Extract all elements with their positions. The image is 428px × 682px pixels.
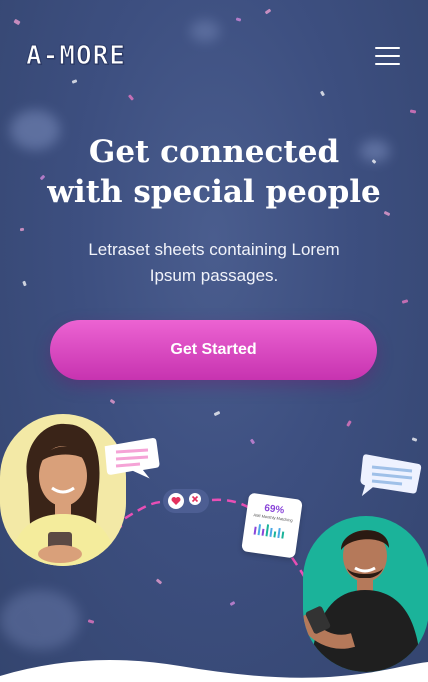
confetti [87,619,95,624]
chat-bubble-icon [360,454,422,497]
bottom-wave [0,660,428,682]
avatar-woman [0,414,126,566]
confetti [22,280,27,287]
chat-bubble-icon [104,438,160,479]
brand-logo[interactable]: A-MORE [26,41,126,72]
confetti [319,90,326,97]
confetti [213,410,221,417]
confetti [401,299,409,304]
reaction-pill [163,488,209,514]
confetti [127,94,135,101]
hero-headline: Get connected with special people [0,132,428,212]
confetti [235,17,242,22]
headline-line-1: Get connected [88,134,340,170]
hamburger-menu-icon[interactable] [373,44,403,68]
bar-graph-icon [253,524,285,539]
hero-section: A-MORE Get connected with special people… [0,0,428,682]
confetti [346,420,352,427]
get-started-button[interactable]: Get Started [50,320,377,380]
confetti [109,398,116,405]
headline-line-2: with special people [47,174,381,210]
confetti [264,8,272,15]
match-stat-card: 69% AMI Monthly Matching [241,492,303,559]
confetti [19,227,25,232]
confetti [13,18,21,26]
confetti [409,109,417,114]
confetti [71,79,78,84]
confetti [229,600,236,607]
hero-subtext: Letraset sheets containing Lorem Ipsum p… [88,240,340,285]
blur-decoration [190,20,220,42]
